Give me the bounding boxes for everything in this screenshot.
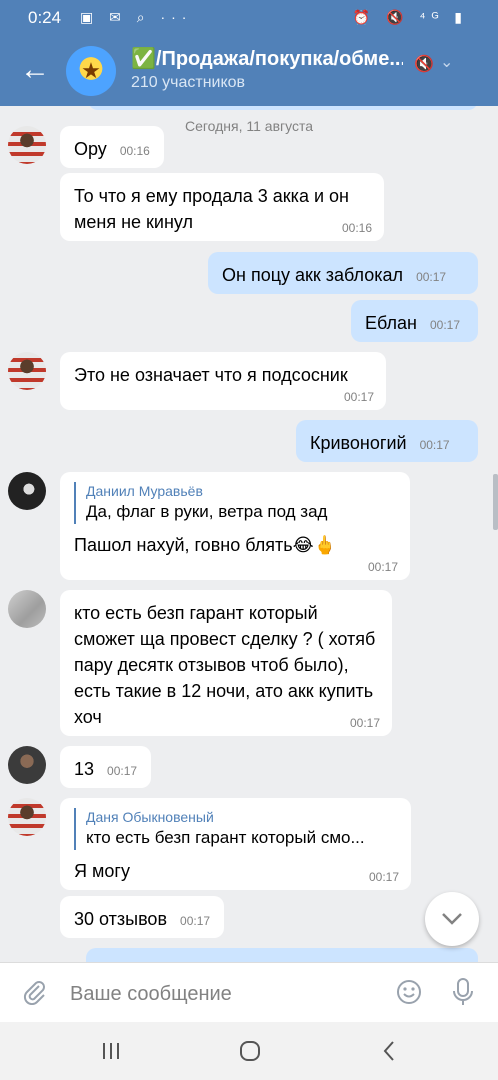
message-time: 00:17 <box>107 764 138 778</box>
scroll-down-button[interactable] <box>425 892 479 946</box>
status-bar: 0:24 ▣ ✉ ⌕ ··· ⏰ 🔇 ⁴ᴳ ▮ <box>0 0 498 36</box>
message-bubble[interactable]: 30 отзывов 00:17 <box>60 896 225 938</box>
home-icon[interactable] <box>235 1036 265 1066</box>
message-feed[interactable]: Сегодня, 11 августа Ору 00:16 То что я е… <box>0 106 498 962</box>
message-time: 00:17 <box>416 270 447 284</box>
message-time: 00:17 <box>180 914 211 928</box>
microphone-icon[interactable] <box>452 977 474 1007</box>
smile-icon[interactable] <box>396 979 422 1005</box>
message-time: 00:17 <box>367 560 398 574</box>
chat-title[interactable]: ✅/Продажа/покупка/обме... <box>131 46 403 71</box>
message-bubble-partial[interactable] <box>86 948 478 962</box>
message-time: 00:17 <box>429 318 461 332</box>
message-text: Пашол нахуй, говно блять😂🖕 <box>74 535 337 555</box>
message-text: Я могу <box>74 861 130 881</box>
message-text: кто есть безп гарант который сможет ща п… <box>74 603 376 727</box>
message-time: 00:16 <box>119 144 150 158</box>
status-left-icons: ▣ ✉ ⌕ ··· <box>80 9 193 25</box>
message-bubble[interactable]: кто есть безп гарант который сможет ща п… <box>60 590 392 736</box>
chevron-down-icon <box>442 913 462 925</box>
message-bubble[interactable]: Ору 00:16 <box>60 126 164 168</box>
message-text: Еблан <box>365 313 417 333</box>
reply-quote[interactable]: Даня Обыкновеный кто есть безп гарант ко… <box>74 808 397 850</box>
message-bubble[interactable]: Он поцу акк заблокал 00:17 <box>208 252 478 294</box>
message-time: 00:17 <box>343 390 374 404</box>
status-time: 0:24 <box>28 8 62 27</box>
reply-text: кто есть безп гарант который смо... <box>86 828 365 847</box>
recents-icon[interactable] <box>96 1036 126 1066</box>
message-time: 00:17 <box>419 438 450 452</box>
message-text: Ору <box>74 139 107 159</box>
avatar[interactable] <box>8 746 46 784</box>
status-right-icons: ⏰ 🔇 ⁴ᴳ ▮ <box>352 9 468 25</box>
avatar[interactable] <box>8 126 46 164</box>
avatar[interactable] <box>8 472 46 510</box>
message-bubble[interactable]: Еблан 00:17 <box>351 300 478 342</box>
reply-author: Даниил Муравьёв <box>86 483 203 499</box>
message-text: 13 <box>74 759 95 779</box>
message-bubble[interactable]: Даня Обыкновеный кто есть безп гарант ко… <box>60 798 411 890</box>
message-text: Он поцу акк заблокал <box>222 265 404 285</box>
back-icon[interactable] <box>374 1036 404 1066</box>
message-input[interactable]: Ваше сообщение <box>70 983 232 1006</box>
message-composer: Ваше сообщение <box>0 962 498 1022</box>
message-time: 00:16 <box>341 221 372 235</box>
message-text: Это не означает что я подсосник <box>74 365 348 385</box>
reply-quote[interactable]: Даниил Муравьёв Да, флаг в руки, ветра п… <box>74 482 396 524</box>
avatar[interactable] <box>8 590 46 628</box>
chevron-down-icon[interactable]: ⌄ <box>440 52 453 72</box>
message-bubble[interactable]: 13 00:17 <box>60 746 152 788</box>
chat-avatar[interactable]: ★ <box>66 46 116 96</box>
avatar[interactable] <box>8 798 46 836</box>
message-bubble[interactable]: Даниил Муравьёв Да, флаг в руки, ветра п… <box>60 472 410 580</box>
message-text: То что я ему продала 3 акка и он меня не… <box>74 186 349 232</box>
chat-header: ← ★ ✅/Продажа/покупка/обме... 210 участн… <box>0 36 498 106</box>
back-arrow-icon[interactable]: ← <box>20 55 50 85</box>
reply-text: Да, флаг в руки, ветра под зад <box>86 502 328 521</box>
message-time: 00:17 <box>349 716 380 730</box>
message-bubble[interactable]: Кривоногий 00:17 <box>296 420 478 462</box>
message-text: Кривоногий <box>310 433 407 453</box>
muted-icon: 🔇 <box>414 56 434 73</box>
reply-author: Даня Обыкновеный <box>86 809 214 825</box>
chat-member-count[interactable]: 210 участников <box>131 74 245 92</box>
android-nav-bar <box>0 1022 498 1080</box>
message-bubble[interactable]: Это не означает что я подсосник 00:17 <box>60 352 386 410</box>
avatar[interactable] <box>8 352 46 390</box>
message-bubble-partial[interactable] <box>88 106 478 110</box>
scrollbar[interactable] <box>493 474 498 530</box>
message-text: 30 отзывов <box>74 909 168 929</box>
message-time: 00:17 <box>368 870 399 884</box>
message-bubble[interactable]: То что я ему продала 3 акка и он меня не… <box>60 173 384 241</box>
paperclip-icon[interactable] <box>22 979 48 1005</box>
